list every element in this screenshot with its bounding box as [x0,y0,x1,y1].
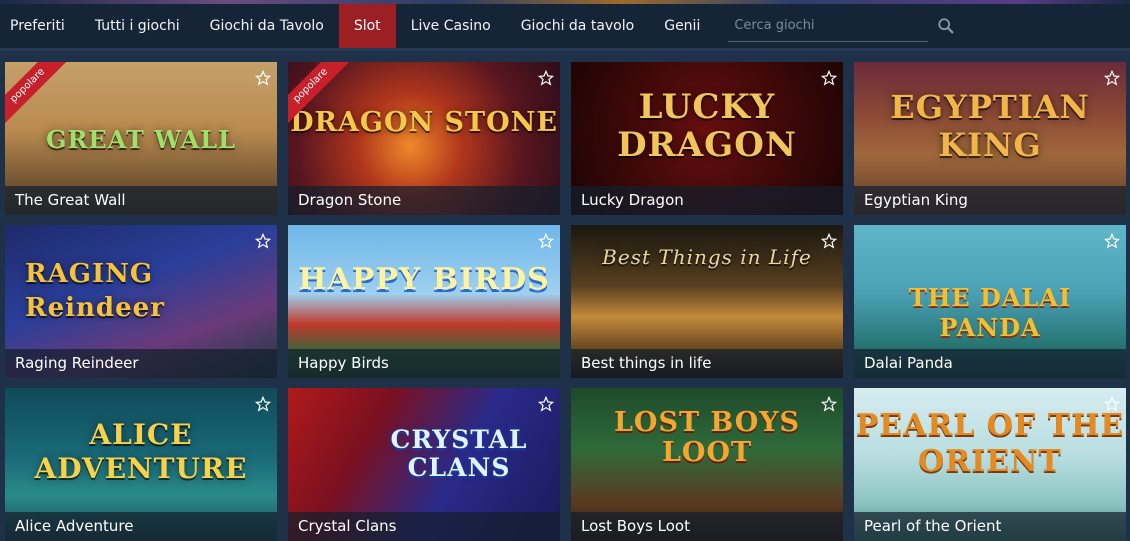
game-card[interactable]: ALICE ADVENTURE Alice Adventure [5,388,277,541]
tab-giochi-da-tavolo[interactable]: Giochi da Tavolo [195,4,339,48]
game-logo-text: LOST BOYS LOOT [613,407,801,468]
favorite-star-icon[interactable] [255,396,271,412]
game-card[interactable]: RAGING Reindeer Raging Reindeer [5,225,277,378]
game-logo-text: DRAGON STONE [290,107,558,138]
game-logo-text: HAPPY BIRDS [298,262,550,297]
game-card[interactable]: GREAT WALL popolare The Great Wall [5,62,277,215]
game-card[interactable]: LUCKY DRAGON Lucky Dragon [571,62,843,215]
game-logo-text: THE DALAI PANDA [908,283,1072,342]
favorite-star-icon[interactable] [1104,396,1120,412]
game-logo-text: Best Things in Life [602,245,812,269]
favorite-star-icon[interactable] [538,70,554,86]
favorite-star-icon[interactable] [538,396,554,412]
game-logo-text: LUCKY DRAGON [617,87,797,165]
game-logo-text: ALICE ADVENTURE [34,418,248,485]
game-category-nav: Preferiti Tutti i giochi Giochi da Tavol… [0,4,1130,51]
favorite-star-icon[interactable] [255,233,271,249]
game-title: Happy Birds [288,349,560,378]
game-card[interactable]: PEARL OF THE ORIENT Pearl of the Orient [854,388,1126,541]
search-box [728,11,954,42]
game-logo-text: RAGING Reindeer [25,259,165,323]
game-title: Raging Reindeer [5,349,277,378]
game-card[interactable]: Best Things in Life Best things in life [571,225,843,378]
favorite-star-icon[interactable] [821,396,837,412]
search-input[interactable] [728,18,929,33]
game-title: Lucky Dragon [571,186,843,215]
game-title: Best things in life [571,349,843,378]
game-logo-text: GREAT WALL [45,125,237,154]
favorite-star-icon[interactable] [821,233,837,249]
game-title: Egyptian King [854,186,1126,215]
game-card[interactable]: THE DALAI PANDA Dalai Panda [854,225,1126,378]
favorite-star-icon[interactable] [1104,70,1120,86]
favorite-star-icon[interactable] [821,70,837,86]
game-title: Dalai Panda [854,349,1126,378]
game-card[interactable]: DRAGON STONE popolare Dragon Stone [288,62,560,215]
game-card[interactable]: LOST BOYS LOOT Lost Boys Loot [571,388,843,541]
tab-tutti-i-giochi[interactable]: Tutti i giochi [80,4,195,48]
game-logo-text: EGYPTIAN KING [890,88,1090,164]
game-card[interactable]: EGYPTIAN KING Egyptian King [854,62,1126,215]
game-title: The Great Wall [5,186,277,215]
tab-live-casino[interactable]: Live Casino [396,4,506,48]
tab-preferiti[interactable]: Preferiti [0,4,80,48]
tab-giochi-da-tavolo-2[interactable]: Giochi da tavolo [506,4,650,48]
game-logo-text: PEARL OF THE ORIENT [855,408,1125,479]
game-card[interactable]: HAPPY BIRDS Happy Birds [288,225,560,378]
game-logo-text: CRYSTAL CLANS [390,425,528,482]
favorite-star-icon[interactable] [255,70,271,86]
favorite-star-icon[interactable] [538,233,554,249]
favorite-star-icon[interactable] [1104,233,1120,249]
tab-slot[interactable]: Slot [338,4,396,48]
game-card[interactable]: CRYSTAL CLANS Crystal Clans [288,388,560,541]
game-title: Dragon Stone [288,186,560,215]
search-icon[interactable] [937,17,955,35]
tab-genii[interactable]: Genii [649,4,715,48]
game-grid: GREAT WALL popolare The Great Wall DRAGO… [5,62,1126,541]
